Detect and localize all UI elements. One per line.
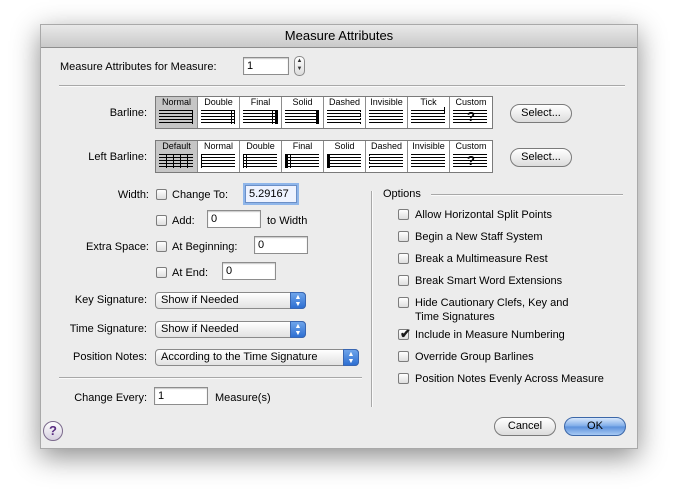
- allow-horizontal-split-points-checkbox[interactable]: [398, 209, 409, 220]
- divider-vertical: [371, 191, 373, 407]
- left-barline-option-final[interactable]: Final: [282, 141, 324, 172]
- break-multimeasure-rest-label: Break a Multimeasure Rest: [415, 253, 548, 265]
- key-signature-label: Key Signature:: [74, 294, 147, 306]
- at-beginning-field[interactable]: 0: [254, 236, 308, 254]
- measure-number-field[interactable]: 1: [243, 57, 289, 75]
- barline-label: Barline:: [109, 107, 147, 119]
- stepper-down-icon[interactable]: ▼: [295, 65, 304, 73]
- change-to-label: Change To:: [172, 189, 229, 201]
- to-width-label: to Width: [267, 215, 308, 227]
- measures-unit-label: Measure(s): [215, 392, 271, 404]
- left-barline-option-double[interactable]: Double: [240, 141, 282, 172]
- custom-question-icon: ?: [467, 153, 475, 168]
- change-to-field[interactable]: 5.29167: [245, 185, 297, 203]
- barline-option-dashed[interactable]: Dashed: [324, 97, 366, 128]
- add-field[interactable]: 0: [207, 210, 261, 228]
- position-notes-label: Position Notes:: [73, 351, 147, 363]
- position-notes-popup[interactable]: According to the Time Signature ▲ ▼: [155, 349, 359, 366]
- at-end-label: At End:: [172, 267, 209, 279]
- barline-select-button[interactable]: Select...: [510, 104, 572, 123]
- time-signature-popup[interactable]: Show if Needed ▲ ▼: [155, 321, 306, 338]
- hide-cautionary-clefs-checkbox[interactable]: [398, 297, 409, 308]
- include-measure-numbering-label: Include in Measure Numbering: [415, 329, 565, 341]
- barline-option-double[interactable]: Double: [198, 97, 240, 128]
- stepper-up-icon[interactable]: ▲: [295, 57, 304, 65]
- width-label: Width:: [117, 189, 149, 201]
- break-smart-word-extensions-checkbox[interactable]: [398, 275, 409, 286]
- left-barline-select-button[interactable]: Select...: [510, 148, 572, 167]
- checkmark-icon: ✔: [400, 326, 411, 341]
- override-group-barlines-label: Override Group Barlines: [415, 351, 534, 363]
- add-label: Add:: [172, 215, 195, 227]
- change-every-label: Change Every:: [74, 392, 147, 404]
- divider-left-bottom: [59, 377, 362, 379]
- change-every-field[interactable]: 1: [154, 387, 208, 405]
- popup-arrows-icon: ▲ ▼: [290, 292, 306, 309]
- options-title: Options: [383, 188, 421, 200]
- begin-new-staff-system-label: Begin a New Staff System: [415, 231, 543, 243]
- barline-option-final[interactable]: Final: [240, 97, 282, 128]
- left-barline-option-custom[interactable]: Custom ?: [450, 141, 492, 172]
- barline-option-invisible[interactable]: Invisible: [366, 97, 408, 128]
- barline-option-tick[interactable]: Tick: [408, 97, 450, 128]
- allow-horizontal-split-points-label: Allow Horizontal Split Points: [415, 209, 552, 221]
- barline-selector: Normal Double Final Solid Dashed Invisib…: [155, 96, 493, 129]
- left-barline-option-invisible[interactable]: Invisible: [408, 141, 450, 172]
- measure-stepper[interactable]: ▲ ▼: [294, 56, 305, 76]
- divider-top: [59, 85, 625, 87]
- help-question-icon[interactable]: ?: [43, 421, 63, 441]
- left-barline-option-default[interactable]: Default: [156, 141, 198, 172]
- change-to-checkbox[interactable]: [156, 189, 167, 200]
- include-measure-numbering-checkbox[interactable]: ✔: [398, 326, 411, 341]
- time-signature-label: Time Signature:: [69, 323, 147, 335]
- cancel-button[interactable]: Cancel: [494, 417, 556, 436]
- barline-option-solid[interactable]: Solid: [282, 97, 324, 128]
- left-barline-option-normal[interactable]: Normal: [198, 141, 240, 172]
- custom-question-icon: ?: [467, 109, 475, 124]
- ok-button[interactable]: OK: [564, 417, 626, 436]
- options-title-rule: [431, 194, 623, 196]
- left-barline-option-dashed[interactable]: Dashed: [366, 141, 408, 172]
- window-title: Measure Attributes: [41, 25, 637, 48]
- left-barline-option-solid[interactable]: Solid: [324, 141, 366, 172]
- at-end-checkbox[interactable]: [156, 267, 167, 278]
- left-barline-selector: Default Normal Double Final Solid Dashed…: [155, 140, 493, 173]
- position-notes-evenly-label: Position Notes Evenly Across Measure: [415, 373, 604, 385]
- at-end-field[interactable]: 0: [222, 262, 276, 280]
- override-group-barlines-checkbox[interactable]: [398, 351, 409, 362]
- popup-arrows-icon: ▲ ▼: [290, 321, 306, 338]
- extra-space-label: Extra Space:: [86, 241, 149, 253]
- hide-cautionary-clefs-label: Hide Cautionary Clefs, Key and: [415, 297, 569, 309]
- left-barline-label: Left Barline:: [88, 151, 147, 163]
- hide-cautionary-clefs-label-line2: Time Signatures: [415, 311, 495, 323]
- break-smart-word-extensions-label: Break Smart Word Extensions: [415, 275, 563, 287]
- break-multimeasure-rest-checkbox[interactable]: [398, 253, 409, 264]
- at-beginning-label: At Beginning:: [172, 241, 238, 253]
- key-signature-popup[interactable]: Show if Needed ▲ ▼: [155, 292, 306, 309]
- barline-option-custom[interactable]: Custom ?: [450, 97, 492, 128]
- add-checkbox[interactable]: [156, 215, 167, 226]
- popup-arrows-icon: ▲ ▼: [343, 349, 359, 366]
- begin-new-staff-system-checkbox[interactable]: [398, 231, 409, 242]
- position-notes-evenly-checkbox[interactable]: [398, 373, 409, 384]
- at-beginning-checkbox[interactable]: [156, 241, 167, 252]
- measure-attributes-dialog: Measure Attributes Measure Attributes fo…: [40, 24, 638, 449]
- barline-option-normal[interactable]: Normal: [156, 97, 198, 128]
- measure-label: Measure Attributes for Measure:: [60, 61, 217, 73]
